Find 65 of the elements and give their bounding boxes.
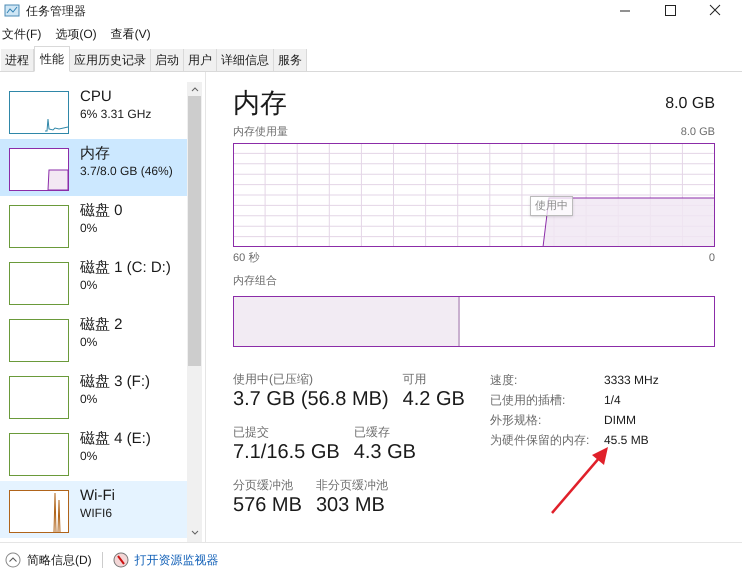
- resource-monitor-link[interactable]: 打开资源监视器: [112, 550, 219, 568]
- spec-value: 45.5 MB: [604, 432, 650, 448]
- item-name: Wi-Fi: [80, 486, 115, 505]
- item-detail: 0%: [80, 448, 98, 464]
- spec-label: 外形规格:: [490, 412, 542, 428]
- stat-label: 非分页缓冲池: [316, 476, 388, 492]
- sidebar-item[interactable]: 内存 3.7/8.0 GB (46%): [0, 139, 187, 196]
- spec-label: 已使用的插槽:: [490, 392, 566, 408]
- stat-value: 4.3 GB: [354, 440, 416, 464]
- stat-label: 分页缓冲池: [233, 476, 294, 492]
- stat-value: 4.2 GB: [402, 386, 465, 412]
- graph-label: 内存使用量: [233, 125, 288, 140]
- tab[interactable]: 进程: [1, 49, 34, 71]
- item-detail: 0%: [80, 334, 98, 350]
- item-name: CPU: [80, 87, 113, 106]
- item-name: 磁盘 0: [80, 201, 123, 220]
- stat-value: 7.1/16.5 GB: [233, 440, 340, 464]
- tab[interactable]: 用户: [184, 49, 217, 71]
- item-detail: 6% 3.31 GHz: [80, 106, 152, 122]
- menu-item[interactable]: 选项(O): [55, 25, 97, 43]
- scrollbar[interactable]: [187, 82, 202, 542]
- item-name: 磁盘 4 (E:): [80, 429, 151, 448]
- item-detail: 3.7/8.0 GB (46%): [80, 163, 173, 179]
- scrollbar-thumb[interactable]: [188, 96, 201, 366]
- stat-label: 已提交: [233, 424, 270, 440]
- stat-label: 可用: [402, 370, 428, 386]
- panel-title: 内存: [233, 87, 287, 120]
- stat-value: 576 MB: [233, 492, 302, 518]
- tab[interactable]: 性能: [34, 46, 70, 72]
- total-memory: 8.0 GB: [665, 94, 715, 114]
- app-icon: [4, 3, 20, 19]
- time-axis-label: 60 秒: [233, 250, 260, 266]
- tab[interactable]: 详细信息: [217, 49, 274, 71]
- tab[interactable]: 启动: [151, 49, 184, 71]
- spec-value: DIMM: [604, 412, 637, 428]
- item-name: 磁盘 2: [80, 315, 123, 334]
- monitor-icon: [112, 552, 129, 568]
- menu-item[interactable]: 查看(V): [110, 25, 151, 43]
- item-name: 内存: [80, 144, 111, 163]
- stat-label: 已缓存: [354, 424, 391, 440]
- item-name: 磁盘 1 (C: D:): [80, 258, 171, 277]
- menu-item[interactable]: 文件(F): [2, 25, 42, 43]
- tab[interactable]: 应用历史记录: [70, 49, 151, 71]
- graph-tooltip: 使用中: [530, 196, 573, 216]
- item-detail: 0%: [80, 391, 98, 407]
- graph-max-label: 8.0 GB: [680, 125, 715, 140]
- stat-value: 3.7 GB (56.8 MB): [233, 386, 389, 412]
- item-detail: WIFI6: [80, 505, 113, 521]
- window-title: 任务管理器: [26, 3, 86, 20]
- stat-label: 使用中(已压缩): [233, 370, 314, 386]
- spec-label: 速度:: [490, 372, 518, 388]
- annotation-arrow: [551, 447, 608, 514]
- collapse-icon: [5, 552, 21, 568]
- summary-button[interactable]: 简略信息(D): [5, 550, 92, 568]
- spec-label: 为硬件保留的内存:: [490, 432, 590, 448]
- item-name: 磁盘 3 (F:): [80, 372, 150, 391]
- composition-label: 内存组合: [233, 274, 278, 289]
- item-detail: 0%: [80, 277, 98, 293]
- spec-value: 1/4: [604, 392, 622, 408]
- stat-value: 303 MB: [316, 492, 386, 518]
- item-detail: 0%: [80, 220, 98, 236]
- sidebar-item[interactable]: Wi-Fi WIFI6: [0, 481, 187, 538]
- tab[interactable]: 服务: [274, 49, 307, 71]
- spec-value: 3333 MHz: [604, 372, 659, 388]
- time-axis-label: 0: [708, 250, 715, 266]
